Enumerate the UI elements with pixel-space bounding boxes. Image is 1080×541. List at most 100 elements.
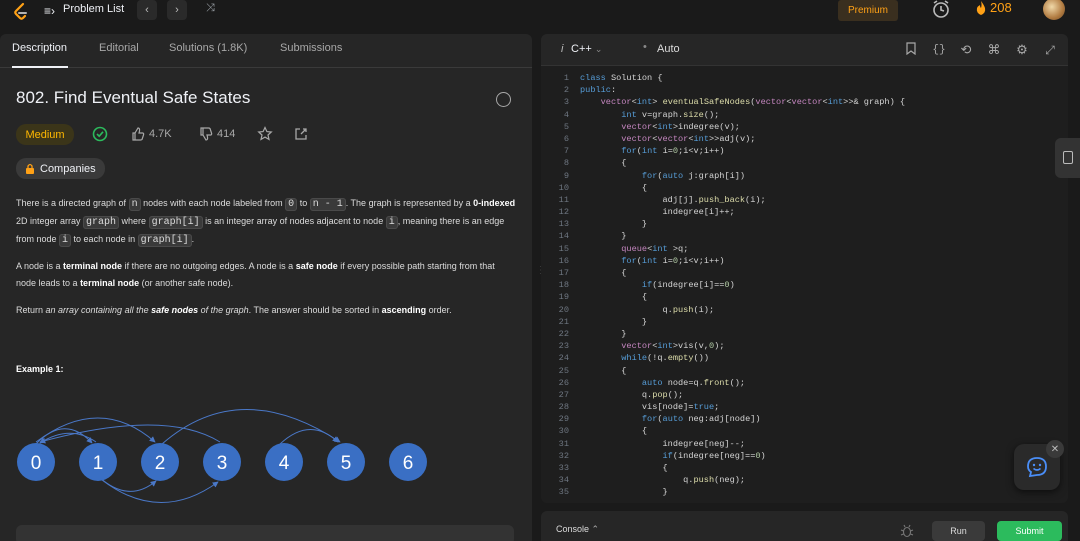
code-text: if(indegree[neg]==0) (662, 450, 766, 461)
star-icon[interactable] (257, 126, 273, 142)
code-line[interactable]: 11 adj[j].push_back(i); (541, 194, 1068, 206)
expand-icon[interactable]: ⤢ (1042, 42, 1058, 58)
code-line[interactable]: 4 int v=graph.size(); (541, 109, 1068, 121)
like-button[interactable]: 4.7K (131, 127, 172, 141)
code-line[interactable]: 1 class Solution { (541, 72, 1068, 84)
chevron-down-icon: ⌄ (594, 44, 603, 54)
bookmark-icon[interactable] (903, 42, 919, 58)
code-line[interactable]: 26 auto node=q.front(); (541, 377, 1068, 389)
language-selector[interactable]: C++ ⌄ (571, 43, 602, 55)
braces-format-icon[interactable]: {} (931, 42, 947, 58)
streak-counter[interactable]: 208 (975, 0, 1012, 15)
chat-close-button[interactable]: ✕ (1046, 440, 1064, 458)
code-line[interactable]: 16 for(int i=0;i<v;i++) (541, 255, 1068, 267)
code-text: vector<vector<int>>adj(v); (621, 133, 756, 144)
code-line[interactable]: 23 vector<int>vis(v,0); (541, 340, 1068, 352)
description-panel: Description Editorial Solutions (1.8K) S… (0, 34, 532, 541)
tab-solutions[interactable]: Solutions (1.8K) (169, 42, 247, 54)
example-io-box (16, 525, 514, 541)
more-options-icon[interactable] (496, 92, 511, 107)
code-line[interactable]: 19 { (541, 291, 1068, 303)
code-line[interactable]: 20 q.push(i); (541, 304, 1068, 316)
code-line[interactable]: 25 { (541, 365, 1068, 377)
like-count: 4.7K (149, 128, 172, 140)
dislike-count: 414 (217, 128, 236, 140)
submit-button[interactable]: Submit (997, 521, 1062, 541)
code-editor-panel: i C++ ⌄ • Auto {} ⟲ ⌘ ⚙ ⤢ 1 class Solutio… (541, 34, 1068, 503)
code-line[interactable]: 30 { (541, 425, 1068, 437)
line-number: 24 (558, 353, 569, 364)
panel-resize-handle[interactable]: ⋮ (536, 265, 546, 279)
tab-submissions[interactable]: Submissions (280, 42, 342, 54)
problem-paragraph-1: There is a directed graph of n nodes wit… (16, 198, 516, 247)
solved-check-icon (92, 126, 108, 142)
graph-node-label: 2 (155, 453, 166, 474)
next-problem-button[interactable]: › (167, 0, 187, 20)
code-line[interactable]: 5 vector<int>indegree(v); (541, 121, 1068, 133)
graph-node-label: 6 (403, 453, 414, 474)
note-icon (1063, 151, 1073, 164)
code-line[interactable]: 17 { (541, 267, 1068, 279)
line-number: 15 (558, 243, 569, 254)
list-icon[interactable]: ≡› (44, 4, 55, 18)
line-number: 7 (563, 146, 569, 157)
code-text: { (580, 426, 648, 437)
chat-smile-icon (1027, 457, 1047, 478)
code-line[interactable]: 6 vector<vector<int>>adj(v); (541, 133, 1068, 145)
code-line[interactable]: 21 } (541, 316, 1068, 328)
code-line[interactable]: 7 for(int i=0;i<v;i++) (541, 145, 1068, 157)
code-line[interactable]: 27 q.pop(); (541, 389, 1068, 401)
problem-paragraph-2: A node is a terminal node if there are n… (16, 261, 495, 288)
active-tab-indicator (12, 66, 68, 68)
problem-list-link[interactable]: Problem List (63, 3, 124, 15)
code-line[interactable]: 12 indegree[i]++; (541, 206, 1068, 218)
code-text: q.push(neg); (580, 475, 746, 486)
settings-gear-icon[interactable]: ⚙ (1014, 42, 1030, 58)
thumbs-up-icon (132, 127, 145, 141)
share-icon[interactable] (293, 126, 309, 142)
code-line[interactable]: 34 q.push(neg); (541, 474, 1068, 486)
code-line[interactable]: 10 { (541, 182, 1068, 194)
graph-node-label: 1 (93, 453, 104, 474)
code-line[interactable]: 31 indegree[neg]--; (541, 438, 1068, 450)
code-line[interactable]: 29 for(auto neg:adj[node]) (541, 413, 1068, 425)
code-line[interactable]: 22 } (541, 328, 1068, 340)
code-line[interactable]: 15 queue<int >q; (541, 243, 1068, 255)
shuffle-icon[interactable]: ⤨ (206, 2, 215, 15)
streak-count: 208 (990, 0, 1012, 15)
console-bar: Console ⌃ Run Submit (541, 511, 1068, 541)
code-line[interactable]: 2 public: (541, 84, 1068, 96)
code-line[interactable]: 18 if(indegree[i]==0) (541, 279, 1068, 291)
console-toggle[interactable]: Console ⌃ (556, 524, 599, 535)
code-text: adj[j].push_back(i); (580, 194, 766, 205)
debug-bug-icon[interactable] (900, 524, 914, 538)
companies-tag[interactable]: Companies (16, 158, 105, 179)
alarm-clock-icon[interactable] (931, 0, 951, 19)
leetcode-logo-icon[interactable] (12, 2, 30, 22)
code-line[interactable]: 28 vis[node]=true; (541, 401, 1068, 413)
reset-icon[interactable]: ⟲ (958, 42, 974, 58)
code-line[interactable]: 3 vector<int> eventualSafeNodes(vector<v… (541, 96, 1068, 108)
avatar[interactable] (1043, 0, 1065, 20)
code-line[interactable]: 14 } (541, 230, 1068, 242)
code-line[interactable]: 8 { (541, 157, 1068, 169)
problem-title: 802. Find Eventual Safe States (16, 88, 251, 107)
shortcuts-icon[interactable]: ⌘ (986, 42, 1002, 58)
code-line[interactable]: 13 } (541, 218, 1068, 230)
run-button[interactable]: Run (932, 521, 985, 541)
tab-editorial[interactable]: Editorial (99, 42, 139, 54)
code-area[interactable]: 1 class Solution {2 public: 3 vector<int> e… (541, 72, 1068, 499)
prev-problem-button[interactable]: ‹ (137, 0, 157, 20)
line-number: 5 (563, 121, 569, 132)
dislike-button[interactable]: 414 (199, 127, 235, 141)
code-line[interactable]: 32 if(indegree[neg]==0) (541, 450, 1068, 462)
code-line[interactable]: 33 { (541, 462, 1068, 474)
line-number: 28 (558, 402, 569, 413)
tab-description[interactable]: Description (12, 42, 67, 54)
side-notes-tab[interactable] (1055, 138, 1080, 178)
code-line[interactable]: 35 } (541, 486, 1068, 498)
code-line[interactable]: 9 for(auto j:graph[i]) (541, 170, 1068, 182)
premium-button[interactable]: Premium (838, 0, 898, 21)
code-line[interactable]: 24 while(!q.empty()) (541, 352, 1068, 364)
graph-node-label: 3 (217, 453, 228, 474)
